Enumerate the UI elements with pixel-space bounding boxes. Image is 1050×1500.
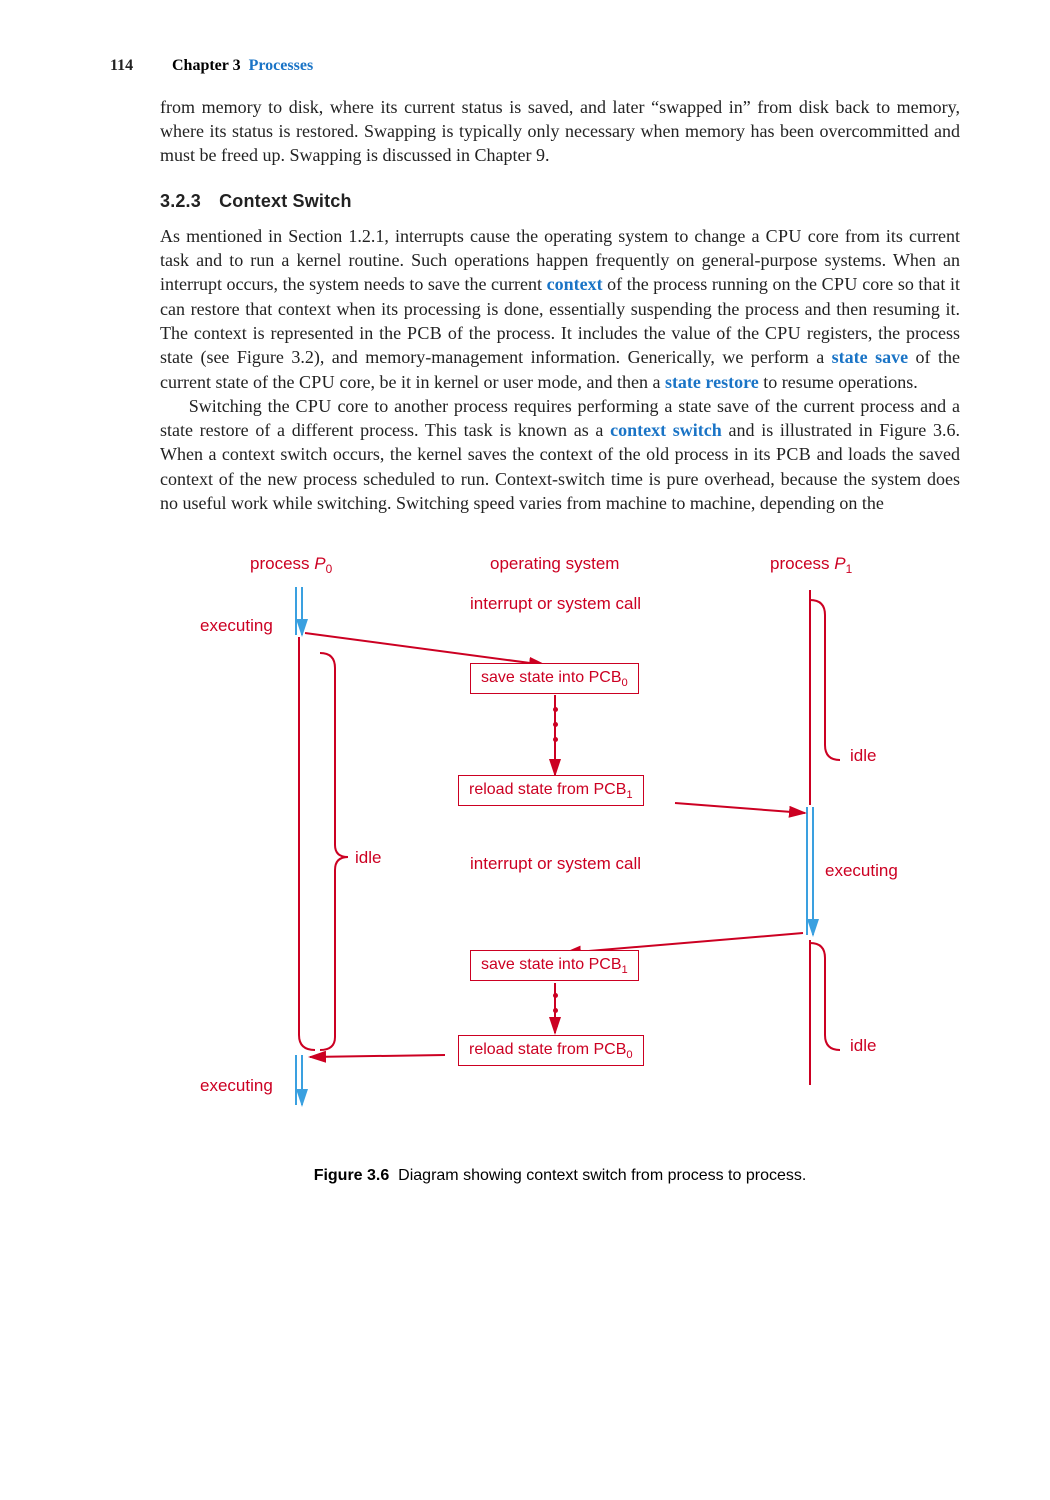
- fig-idle-p1-top: idle: [850, 745, 876, 768]
- term-context: context: [547, 274, 603, 294]
- term-state-save: state save: [832, 347, 908, 367]
- figure-caption: Figure 3.6 Diagram showing context switc…: [160, 1165, 960, 1187]
- body-column: from memory to disk, where its current s…: [160, 95, 960, 1187]
- chapter-title: Processes: [249, 57, 314, 74]
- figure-context-switch: process P0 operating system process P1 i…: [170, 545, 950, 1155]
- fig-save-pcb1: save state into PCB1: [470, 950, 639, 981]
- paragraph: from memory to disk, where its current s…: [160, 95, 960, 168]
- fig-col-p0: process P0: [250, 553, 332, 576]
- fig-idle-p1-bot: idle: [850, 1035, 876, 1058]
- paragraph: As mentioned in Section 1.2.1, interrupt…: [160, 224, 960, 394]
- fig-reload-pcb1: reload state from PCB1: [458, 775, 644, 806]
- running-header: 114 Chapter 3 Processes: [110, 55, 960, 77]
- paragraph: Switching the CPU core to another proces…: [160, 394, 960, 515]
- fig-save-pcb0: save state into PCB0: [470, 663, 639, 694]
- page-number: 114: [110, 55, 168, 77]
- fig-col-os: operating system: [490, 553, 619, 576]
- fig-reload-pcb0: reload state from PCB0: [458, 1035, 644, 1066]
- fig-interrupt-bot: interrupt or system call: [470, 853, 641, 876]
- fig-interrupt-top: interrupt or system call: [470, 593, 641, 616]
- term-context-switch: context switch: [610, 420, 722, 440]
- subsection-heading: 3.2.3 Context Switch: [160, 189, 960, 213]
- fig-col-p1: process P1: [770, 553, 852, 576]
- chapter-label: Chapter 3: [172, 57, 241, 74]
- fig-exec-p0-bot: executing: [200, 1075, 273, 1098]
- fig-idle-p0: idle: [355, 847, 381, 870]
- fig-exec-p0-top: executing: [200, 615, 273, 638]
- term-state-restore: state restore: [665, 372, 759, 392]
- fig-exec-p1: executing: [825, 860, 898, 883]
